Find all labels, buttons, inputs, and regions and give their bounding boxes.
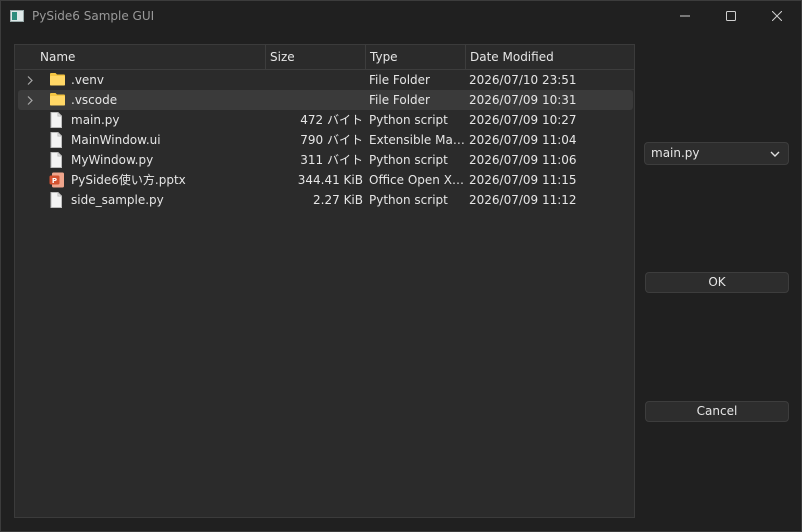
file-date-modified: 2026/07/09 10:31	[469, 93, 577, 107]
file-size: 2.27 KiB	[313, 193, 363, 207]
file-type: Office Open XM...	[369, 173, 465, 187]
folder-icon	[49, 92, 65, 108]
column-header: Name Size Type Date Modified	[15, 45, 634, 70]
close-button[interactable]	[754, 1, 800, 31]
file-name: MyWindow.py	[71, 153, 154, 167]
file-type: Python script	[369, 153, 448, 167]
main-window: PySide6 Sample GUI Name Size Type Date M…	[0, 0, 802, 532]
file-date-modified: 2026/07/10 23:51	[469, 73, 577, 87]
file-size: 790 バイト	[300, 133, 363, 147]
table-row[interactable]: main.py 472 バイト Python script 2026/07/09 10…	[18, 110, 633, 130]
table-row[interactable]: side_sample.py 2.27 KiB Python script 2026/…	[18, 190, 633, 210]
table-row[interactable]: MainWindow.ui 790 バイト Extensible Mark... 20…	[18, 130, 633, 150]
file-name: side_sample.py	[71, 193, 164, 207]
combobox-value: main.py	[651, 146, 700, 160]
window-title: PySide6 Sample GUI	[32, 9, 155, 23]
file-size: 344.41 KiB	[297, 173, 363, 187]
file-name: MainWindow.ui	[71, 133, 161, 147]
chevron-down-icon	[770, 151, 780, 157]
file-name: main.py	[71, 113, 120, 127]
chevron-right-icon[interactable]	[26, 70, 36, 90]
file-type: File Folder	[369, 73, 430, 87]
table-row[interactable]: .venv File Folder 2026/07/10 23:51	[18, 70, 633, 90]
file-type: File Folder	[369, 93, 430, 107]
file-select-combobox[interactable]: main.py	[644, 142, 789, 165]
file-size: 311 バイト	[300, 153, 363, 167]
file-icon	[49, 152, 65, 168]
minimize-button[interactable]	[662, 1, 708, 31]
chevron-right-icon[interactable]	[26, 90, 36, 110]
table-row[interactable]: P PySide6使い方.pptx 344.41 KiB Office Open XM…	[18, 170, 633, 190]
column-header-name[interactable]: Name	[15, 45, 266, 69]
table-row[interactable]: .vscode File Folder 2026/07/09 10:31	[18, 90, 633, 110]
maximize-icon	[726, 11, 736, 21]
minimize-icon	[680, 15, 690, 17]
maximize-button[interactable]	[708, 1, 754, 31]
file-type: Python script	[369, 193, 448, 207]
file-icon	[49, 112, 65, 128]
svg-text:P: P	[52, 177, 57, 185]
file-size: 472 バイト	[300, 113, 363, 127]
file-icon	[49, 132, 65, 148]
file-tree-view[interactable]: Name Size Type Date Modified .venv File F…	[14, 44, 635, 518]
file-date-modified: 2026/07/09 11:12	[469, 193, 577, 207]
file-name: .vscode	[71, 93, 118, 107]
column-header-type[interactable]: Type	[366, 45, 466, 69]
file-name: .venv	[71, 73, 105, 87]
file-name: PySide6使い方.pptx	[71, 173, 186, 187]
file-icon	[49, 192, 65, 208]
file-date-modified: 2026/07/09 11:06	[469, 153, 577, 167]
ok-button[interactable]: OK	[645, 272, 789, 293]
folder-icon	[49, 72, 65, 88]
close-icon	[772, 11, 782, 21]
file-date-modified: 2026/07/09 10:27	[469, 113, 577, 127]
file-date-modified: 2026/07/09 11:04	[469, 133, 577, 147]
cancel-button[interactable]: Cancel	[645, 401, 789, 422]
column-header-size[interactable]: Size	[266, 45, 366, 69]
file-size	[266, 70, 363, 90]
table-row[interactable]: MyWindow.py 311 バイト Python script 2026/07/0…	[18, 150, 633, 170]
app-icon	[10, 10, 24, 22]
file-date-modified: 2026/07/09 11:15	[469, 173, 577, 187]
powerpoint-icon: P	[49, 172, 65, 188]
file-size	[266, 90, 363, 110]
column-header-date-modified[interactable]: Date Modified	[466, 45, 636, 69]
file-type: Extensible Mark...	[369, 133, 465, 147]
title-bar[interactable]: PySide6 Sample GUI	[1, 1, 801, 33]
file-type: Python script	[369, 113, 448, 127]
